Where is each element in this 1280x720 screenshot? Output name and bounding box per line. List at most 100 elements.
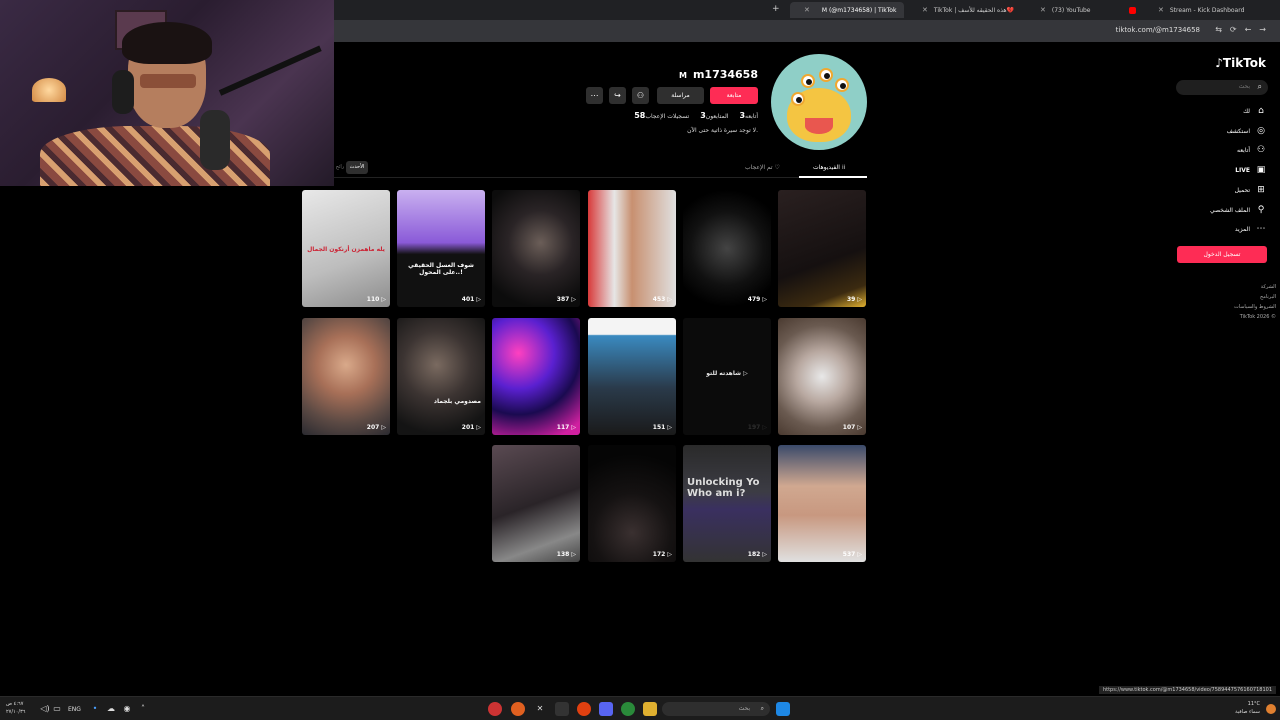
- x-app-icon[interactable]: ✕: [533, 702, 547, 716]
- view-count: 401 ▷: [461, 296, 481, 303]
- url-text[interactable]: tiktok.com/@m1734658: [1116, 26, 1200, 34]
- tab-videos[interactable]: الفيديوهات ⁞⁞: [813, 164, 846, 171]
- sidebar-item-upload[interactable]: تحميل ⊞: [1235, 185, 1266, 195]
- clock-time: ٤:٦٧ ص: [6, 701, 24, 707]
- video-card[interactable]: Unlocking Yo Who am i? 182 ▷: [683, 445, 771, 562]
- video-card[interactable]: 387 ▷: [492, 190, 580, 307]
- view-count: 138 ▷: [556, 551, 576, 558]
- tab-kick-dashboard[interactable]: ✕ Stream - Kick Dashboard: [1144, 2, 1256, 18]
- tab-tiktok-profile[interactable]: ✕ M (@m1734658) | TikTok: [790, 2, 904, 18]
- video-card[interactable]: شوف الغسل الحقيقي على المحول..! 401 ▷: [397, 190, 485, 307]
- sidebar-item-foryou[interactable]: لك ⌂: [1243, 106, 1266, 116]
- webcam-overlay: [0, 0, 334, 186]
- language-indicator[interactable]: ENG: [68, 706, 81, 713]
- video-caption: Unlocking Yo Who am i?: [687, 477, 760, 499]
- firefox-icon[interactable]: [511, 702, 525, 716]
- video-card[interactable]: 138 ▷: [492, 445, 580, 562]
- search-input[interactable]: بحث ⌕: [1176, 80, 1268, 95]
- sidebar-item-more[interactable]: المزيد ⋯: [1235, 224, 1266, 234]
- follow-button[interactable]: متابعة: [710, 87, 758, 104]
- view-count-number: 39: [846, 296, 856, 303]
- username-text: m1734658: [692, 68, 758, 81]
- taskbar-search-input[interactable]: بحث ⌕: [662, 702, 770, 716]
- video-card[interactable]: 39 ▷: [778, 190, 866, 307]
- view-count: 537 ▷: [842, 551, 862, 558]
- footer-link[interactable]: الشروط والسياسات: [1196, 302, 1276, 312]
- video-card[interactable]: مصدومي بلجماد 201 ▷: [397, 318, 485, 435]
- view-count: 201 ▷: [461, 424, 481, 431]
- tab-label: M (@m1734658) | TikTok: [821, 6, 897, 14]
- add-friend-icon[interactable]: ⚇: [632, 87, 649, 104]
- likes-count: 58: [634, 111, 646, 120]
- discord-icon[interactable]: [599, 702, 613, 716]
- avatar-mouth: [805, 118, 833, 134]
- tiktok-logo[interactable]: ♪TikTok: [1215, 56, 1266, 70]
- sidebar-item-following[interactable]: أتابعه ⚇: [1237, 145, 1266, 155]
- sidebar-item-live[interactable]: LIVE ▣: [1235, 165, 1266, 175]
- view-count-number: 537: [842, 551, 856, 558]
- more-options-icon[interactable]: ⋯: [586, 87, 603, 104]
- video-caption: يله ماهمزن أرنكون الجمال: [307, 246, 385, 253]
- video-card[interactable]: 453 ▷: [588, 190, 676, 307]
- footer-link[interactable]: الشركة: [1196, 282, 1276, 292]
- avatar: [771, 54, 867, 150]
- search-icon[interactable]: ⌕: [1258, 82, 1262, 92]
- likes-label: تسجيلات الإعجاب: [645, 113, 690, 120]
- network-icon[interactable]: ▭: [50, 702, 64, 716]
- logo-text: TikTok: [1222, 56, 1266, 70]
- youtube-icon: [1129, 6, 1136, 14]
- streamer-hair: [122, 22, 212, 64]
- search-icon: ⌕: [760, 705, 764, 712]
- following-stat[interactable]: أتابعه3: [736, 111, 758, 120]
- message-button[interactable]: مراسلة: [657, 87, 704, 104]
- followers-stat[interactable]: المتابعون3: [697, 111, 728, 120]
- view-count-number: 172: [652, 551, 666, 558]
- sidebar-item-label: أتابعه: [1237, 146, 1250, 154]
- tab-youtube[interactable]: ✕ (73) YouTube: [1026, 2, 1142, 18]
- sidebar-item-explore[interactable]: استكشف ◎: [1227, 126, 1266, 136]
- tab-tiktok-video[interactable]: ✕ TikTok | هذه الحقيقه للأسف💔: [908, 2, 1024, 18]
- video-card[interactable]: يله ماهمزن أرنكون الجمال 110 ▷: [302, 190, 390, 307]
- sort-popular-button[interactable]: رائج: [334, 161, 346, 174]
- sidebar-item-label: لك: [1243, 107, 1250, 115]
- tab-close-icon[interactable]: ✕: [1040, 6, 1046, 14]
- app-icon[interactable]: [488, 702, 502, 716]
- video-card[interactable]: 151 ▷: [588, 318, 676, 435]
- clock[interactable]: ٤:٦٧ ص ٢٧/١٠/٣٦: [6, 700, 25, 716]
- share-icon[interactable]: ↪: [609, 87, 626, 104]
- chrome-icon[interactable]: [621, 702, 635, 716]
- tray-app-icon[interactable]: ☁: [104, 702, 118, 716]
- upload-icon: ⊞: [1257, 185, 1265, 195]
- video-card[interactable]: 117 ▷: [492, 318, 580, 435]
- view-count: 172 ▷: [652, 551, 672, 558]
- video-card[interactable]: 107 ▷: [778, 318, 866, 435]
- mic-icon[interactable]: •: [88, 702, 102, 716]
- footer-link[interactable]: البرنامج: [1196, 292, 1276, 302]
- profile-bio: لا توجد سيرة ذاتية حتى الآن.: [687, 127, 758, 134]
- signin-button[interactable]: تسجيل الدخول: [1177, 246, 1267, 263]
- view-count-number: 110: [366, 296, 380, 303]
- headset: [112, 70, 134, 114]
- video-card[interactable]: 172 ▷: [588, 445, 676, 562]
- weather-widget[interactable]: 11°C سماء صافية: [1235, 700, 1260, 716]
- windows-start-icon[interactable]: [776, 702, 790, 716]
- video-card[interactable]: 207 ▷: [302, 318, 390, 435]
- tab-close-icon[interactable]: ✕: [922, 6, 928, 14]
- tab-close-icon[interactable]: ✕: [804, 6, 810, 14]
- chevron-up-icon[interactable]: ˄: [136, 702, 150, 716]
- sidebar-item-profile[interactable]: الملف الشخصي ⚲: [1210, 205, 1266, 215]
- tab-close-icon[interactable]: ✕: [1158, 6, 1164, 14]
- video-card[interactable]: 479 ▷: [683, 190, 771, 307]
- video-card[interactable]: شاهدته للتو ▷ 197 ▷: [683, 318, 771, 435]
- folder-icon[interactable]: [643, 702, 657, 716]
- tray-app-icon[interactable]: ◉: [120, 702, 134, 716]
- tab-liked[interactable]: تم الإعجاب ♡: [745, 164, 780, 171]
- app-icon[interactable]: [577, 702, 591, 716]
- tab-label: (73) YouTube: [1051, 6, 1091, 14]
- view-count: 110 ▷: [366, 296, 386, 303]
- new-tab-button[interactable]: +: [772, 4, 780, 14]
- sort-latest-button[interactable]: الأحدث: [346, 161, 368, 174]
- nav-buttons[interactable]: ⇆⟳←→: [1215, 25, 1274, 34]
- app-icon[interactable]: [555, 702, 569, 716]
- video-card[interactable]: 537 ▷: [778, 445, 866, 562]
